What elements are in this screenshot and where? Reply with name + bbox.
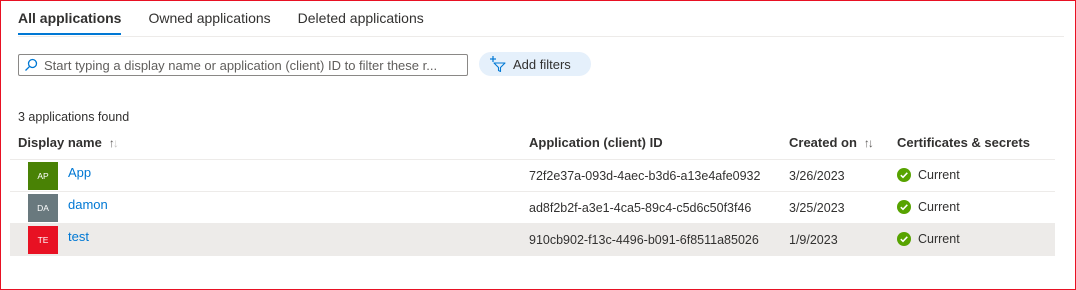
tab-all-applications[interactable]: All applications — [18, 10, 122, 36]
status-badge: Current — [897, 168, 960, 182]
search-box[interactable] — [18, 54, 468, 76]
sort-icon: ↑↓ — [863, 135, 874, 150]
search-icon — [25, 58, 38, 71]
table-header: Display name ↑↓ Application (client) ID … — [10, 130, 1055, 160]
search-input[interactable] — [44, 57, 464, 73]
add-filters-button[interactable]: Add filters — [479, 52, 591, 76]
tab-owned-applications[interactable]: Owned applications — [148, 10, 270, 36]
column-header-client-id: Application (client) ID — [529, 135, 663, 150]
tab-bar: All applications Owned applications Dele… — [18, 10, 451, 36]
applications-table: Display name ↑↓ Application (client) ID … — [10, 130, 1055, 256]
sort-icon: ↑↓ — [108, 135, 119, 150]
status-text: Current — [918, 168, 960, 182]
status-text: Current — [918, 200, 960, 214]
created-on-cell: 3/26/2023 — [789, 169, 845, 183]
tab-deleted-applications[interactable]: Deleted applications — [298, 10, 424, 36]
result-count: 3 applications found — [18, 110, 130, 124]
column-label-client-id: Application (client) ID — [529, 135, 663, 150]
table-row[interactable]: TE test 910cb902-f13c-4496-b091-6f8511a8… — [10, 224, 1055, 256]
tab-divider — [18, 36, 1064, 37]
avatar: TE — [28, 226, 58, 254]
avatar: AP — [28, 162, 58, 190]
column-label-display-name: Display name — [18, 135, 102, 150]
check-circle-icon — [897, 232, 911, 246]
status-badge: Current — [897, 200, 960, 214]
add-filters-label: Add filters — [513, 56, 571, 72]
client-id-cell: 910cb902-f13c-4496-b091-6f8511a85026 — [529, 233, 759, 247]
column-header-created-on[interactable]: Created on ↑↓ — [789, 135, 874, 150]
column-header-display-name[interactable]: Display name ↑↓ — [18, 135, 119, 150]
avatar: DA — [28, 194, 58, 222]
column-label-certificates: Certificates & secrets — [897, 135, 1030, 150]
table-row[interactable]: AP App 72f2e37a-093d-4aec-b3d6-a13e4afe0… — [10, 160, 1055, 192]
client-id-cell: 72f2e37a-093d-4aec-b3d6-a13e4afe0932 — [529, 169, 761, 183]
add-filter-icon — [490, 56, 506, 73]
created-on-cell: 3/25/2023 — [789, 201, 845, 215]
check-circle-icon — [897, 200, 911, 214]
app-name-link[interactable]: test — [68, 229, 89, 244]
column-header-certificates: Certificates & secrets — [897, 135, 1030, 150]
app-name-link[interactable]: damon — [68, 197, 108, 212]
created-on-cell: 1/9/2023 — [789, 233, 838, 247]
app-name-link[interactable]: App — [68, 165, 91, 180]
column-label-created-on: Created on — [789, 135, 857, 150]
table-row[interactable]: DA damon ad8f2b2f-a3e1-4ca5-89c4-c5d6c50… — [10, 192, 1055, 224]
status-badge: Current — [897, 232, 960, 246]
status-text: Current — [918, 232, 960, 246]
check-circle-icon — [897, 168, 911, 182]
client-id-cell: ad8f2b2f-a3e1-4ca5-89c4-c5d6c50f3f46 — [529, 201, 752, 215]
